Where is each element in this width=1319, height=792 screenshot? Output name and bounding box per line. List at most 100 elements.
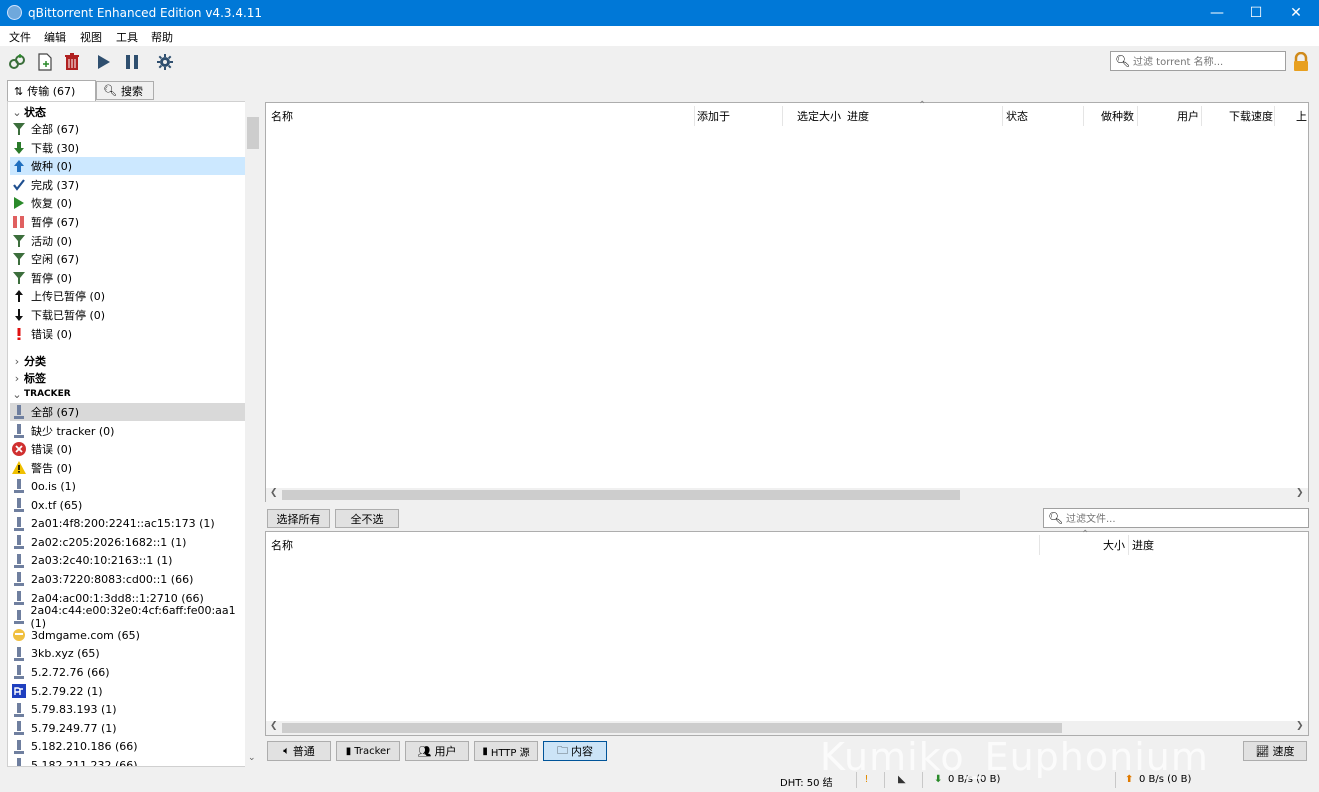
- column-added-on[interactable]: 添加于: [697, 108, 730, 124]
- tracker-item-row[interactable]: 5.182.211.232 (66): [10, 756, 246, 766]
- scroll-left-icon[interactable]: ❮: [270, 488, 278, 498]
- tab-trackers[interactable]: ▮ Tracker: [336, 741, 400, 761]
- tracker-item-row[interactable]: 5.79.249.77 (1): [10, 719, 246, 737]
- file-filter-box[interactable]: 🔍︎: [1043, 508, 1309, 528]
- column-download-speed[interactable]: 下载速度: [1229, 108, 1273, 124]
- tab-content[interactable]: 🗀 内容: [543, 741, 607, 761]
- status-item-row[interactable]: 完成 (37): [10, 176, 246, 194]
- favicon-pf-icon: [12, 684, 26, 698]
- tab-peers[interactable]: 👥︎ 用户: [405, 741, 469, 761]
- category-section-header[interactable]: › 分类: [10, 353, 46, 369]
- status-item-row[interactable]: 错误 (0): [10, 325, 246, 343]
- tab-http-sources[interactable]: ▮ HTTP 源: [474, 741, 538, 761]
- tracker-item-row[interactable]: 3kb.xyz (65): [10, 645, 246, 663]
- play-icon: [12, 196, 26, 210]
- status-item-row[interactable]: 做种 (0): [10, 157, 246, 176]
- delete-icon[interactable]: [62, 52, 82, 72]
- tracker-item-row[interactable]: 5.2.79.22 (1): [10, 682, 246, 700]
- add-link-icon[interactable]: [7, 52, 27, 72]
- scroll-left-icon[interactable]: ❮: [270, 721, 278, 731]
- column-selected-size[interactable]: 选定大小: [797, 108, 841, 124]
- sidebar-scrollbar[interactable]: [245, 101, 261, 767]
- scroll-down-icon[interactable]: ⌄: [248, 753, 256, 763]
- file-filter-input[interactable]: [1064, 510, 1308, 528]
- content-column-name[interactable]: 名称: [271, 537, 293, 553]
- tracker-item-row[interactable]: 2a02:c205:2026:1682::1 (1): [10, 533, 246, 551]
- column-progress[interactable]: 进度: [847, 108, 869, 124]
- tracker-item-row[interactable]: 全部 (67): [10, 403, 246, 421]
- tracker-item-row[interactable]: 2a03:7220:8083:cd00::1 (66): [10, 570, 246, 588]
- select-all-button[interactable]: 选择所有: [267, 509, 330, 528]
- tracker-item-row[interactable]: 错误 (0): [10, 440, 246, 458]
- status-item-row[interactable]: 恢复 (0): [10, 194, 246, 212]
- title-bar: qBittorrent Enhanced Edition v4.3.4.11 —…: [0, 0, 1319, 26]
- tracker-section-header[interactable]: ⌄ TRACKER: [10, 386, 70, 402]
- scroll-right-icon[interactable]: ❯: [1296, 721, 1304, 731]
- status-item-row[interactable]: 下载 (30): [10, 139, 246, 157]
- add-file-icon[interactable]: [35, 52, 55, 72]
- tracker-item-row[interactable]: 缺少 tracker (0): [10, 422, 246, 440]
- status-item-row[interactable]: 暂停 (67): [10, 213, 246, 231]
- menu-file[interactable]: 文件: [9, 29, 31, 45]
- filter-icon: [12, 271, 26, 285]
- menu-edit[interactable]: 编辑: [44, 29, 66, 45]
- menu-view[interactable]: 视图: [80, 29, 102, 45]
- tracker-item-row[interactable]: 警告 (0): [10, 459, 246, 477]
- tracker-item-row[interactable]: 0x.tf (65): [10, 496, 246, 514]
- column-seeds[interactable]: 做种数: [1101, 108, 1134, 124]
- content-column-size[interactable]: 大小: [1103, 537, 1125, 553]
- content-list-hscrollbar[interactable]: ❮ ❯: [266, 721, 1308, 735]
- content-file-list[interactable]: 名称 ⌃ 大小 进度 ❮ ❯: [265, 529, 1309, 736]
- select-none-button[interactable]: 全不选: [335, 509, 399, 528]
- gear-icon[interactable]: [155, 52, 175, 72]
- tab-general[interactable]: 🔈︎ 普通: [267, 741, 331, 761]
- pause-icon: [12, 215, 26, 229]
- column-status[interactable]: 状态: [1006, 108, 1028, 124]
- column-peers[interactable]: 用户: [1177, 108, 1199, 124]
- tracker-item-label: 5.2.79.22 (1): [31, 684, 103, 698]
- tracker-item-row[interactable]: 5.79.83.193 (1): [10, 701, 246, 719]
- pause-icon[interactable]: [122, 52, 142, 72]
- torrent-list-hscrollbar[interactable]: ❮ ❯: [266, 488, 1308, 502]
- tracker-item-label: 警告 (0): [31, 461, 73, 475]
- scroll-right-icon[interactable]: ❯: [1296, 488, 1304, 498]
- status-item-row[interactable]: 空闲 (67): [10, 250, 246, 268]
- speed-button[interactable]: 📈︎ 速度: [1243, 741, 1307, 761]
- tracker-item-row[interactable]: 5.182.210.186 (66): [10, 738, 246, 756]
- tracker-item-row[interactable]: 2a04:c44:e00:32e0:4cf:6aff:fe00:aa1 (1): [10, 604, 246, 630]
- tracker-item-row[interactable]: 2a03:2c40:10:2163::1 (1): [10, 552, 246, 570]
- status-section-header[interactable]: ⌄ 状态: [10, 104, 46, 120]
- status-item-label: 空闲 (67): [31, 253, 80, 267]
- sidebar-scroll-thumb[interactable]: [247, 117, 259, 149]
- status-item-row[interactable]: 活动 (0): [10, 232, 246, 250]
- tracker-item-row[interactable]: 0o.is (1): [10, 477, 246, 495]
- tab-transfer[interactable]: ⇅ 传输 (67): [7, 80, 96, 101]
- lock-icon[interactable]: [1292, 51, 1310, 72]
- status-item-row[interactable]: 暂停 (0): [10, 269, 246, 287]
- status-item-row[interactable]: 上传已暂停 (0): [10, 287, 246, 305]
- tracker-icon: ▮: [345, 745, 352, 757]
- resume-icon[interactable]: [94, 52, 114, 72]
- filter-icon: [12, 122, 26, 136]
- menu-tools[interactable]: 工具: [116, 29, 138, 45]
- tab-general-label: 普通: [292, 745, 315, 758]
- tags-section-header[interactable]: › 标签: [10, 370, 46, 386]
- torrent-list[interactable]: 名称 添加于 选定大小 进度 ⌃ 状态 做种数 用户 下载速度 上 ❮ ❯: [265, 100, 1309, 502]
- menu-help[interactable]: 帮助: [151, 29, 173, 45]
- tracker-item-row[interactable]: 2a01:4f8:200:2241::ac15:173 (1): [10, 515, 246, 533]
- content-column-progress[interactable]: 进度: [1132, 537, 1154, 553]
- tracker-item-row[interactable]: 5.2.72.76 (66): [10, 663, 246, 681]
- status-item-row[interactable]: 下载已暂停 (0): [10, 306, 246, 324]
- hscroll-thumb[interactable]: [282, 723, 1062, 733]
- tracker-item-row[interactable]: 3dmgame.com (65): [10, 626, 246, 644]
- tab-search[interactable]: 🔍︎ 搜索: [96, 81, 154, 100]
- warning-icon: [12, 460, 26, 475]
- close-button[interactable]: ✕: [1273, 0, 1319, 26]
- status-item-row[interactable]: 全部 (67): [10, 120, 246, 138]
- column-upload-speed[interactable]: 上: [1296, 108, 1307, 124]
- column-name[interactable]: 名称: [271, 108, 293, 124]
- torrent-filter-box[interactable]: 🔍︎: [1110, 51, 1286, 71]
- torrent-filter-input[interactable]: [1131, 53, 1285, 71]
- hscroll-thumb[interactable]: [282, 490, 960, 500]
- tracker-icon: [12, 535, 26, 550]
